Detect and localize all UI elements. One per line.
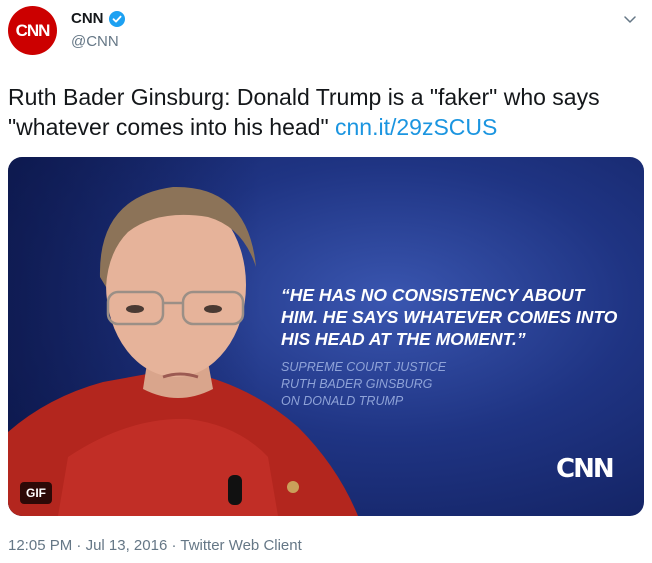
avatar[interactable]: CNN <box>8 6 57 55</box>
attribution-line: SUPREME COURT JUSTICE <box>281 360 447 374</box>
separator: · <box>72 537 86 554</box>
timestamp-time[interactable]: 12:05 PM <box>8 537 72 554</box>
tweet-body: Ruth Bader Ginsburg: Donald Trump is a "… <box>8 84 600 140</box>
tweet-header: CNN CNN @CNN <box>0 0 652 70</box>
separator: · <box>167 537 181 554</box>
cnn-logo: CNN <box>556 454 615 484</box>
tweet-footer: 12:05 PM · Jul 13, 2016 · Twitter Web Cl… <box>8 537 302 554</box>
name-row: CNN <box>71 10 125 27</box>
tweet-link[interactable]: cnn.it/29zSCUS <box>335 114 497 140</box>
quote-text: “He has no consistency about him. He say… <box>281 285 618 349</box>
attribution-line: RUTH BADER GINSBURG <box>281 377 433 391</box>
source-client: Twitter Web Client <box>180 537 302 554</box>
display-name[interactable]: CNN <box>71 10 104 27</box>
timestamp-date[interactable]: Jul 13, 2016 <box>86 537 168 554</box>
quote-attribution: SUPREME COURT JUSTICE RUTH BADER GINSBUR… <box>281 359 581 410</box>
attribution-line: ON DONALD TRUMP <box>281 394 404 408</box>
handle[interactable]: @CNN <box>71 33 119 50</box>
verified-badge-icon <box>108 10 125 27</box>
tweet-text: Ruth Bader Ginsburg: Donald Trump is a "… <box>8 82 638 142</box>
gif-badge: GIF <box>20 482 52 504</box>
media-card[interactable]: “He has no consistency about him. He say… <box>8 157 644 516</box>
chevron-down-icon[interactable] <box>622 12 638 28</box>
